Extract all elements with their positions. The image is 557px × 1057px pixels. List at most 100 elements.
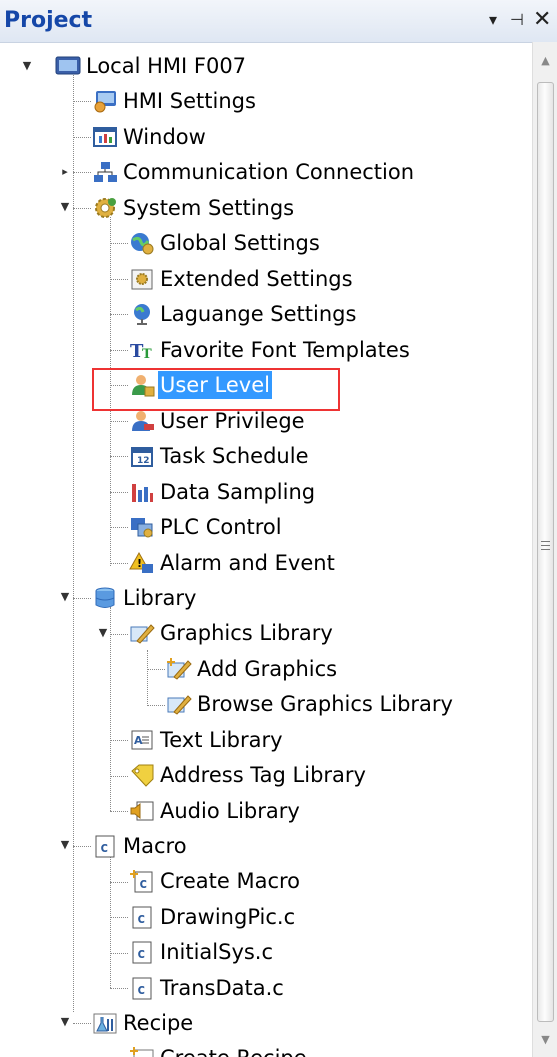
tree-item-extended-settings[interactable]: Extended Settings: [128, 262, 355, 296]
tree-item-label: Window: [123, 125, 206, 149]
expand-toggle-icon[interactable]: ▼: [58, 1015, 72, 1029]
tree-item-plc-control[interactable]: PLC Control: [128, 510, 284, 544]
scroll-up-icon[interactable]: ▲: [533, 48, 557, 74]
tree-item-label: Local HMI F007: [86, 54, 247, 78]
window-icon: [91, 123, 119, 151]
tree-item-label: Task Schedule: [160, 444, 309, 468]
expand-toggle-icon[interactable]: ▼: [96, 626, 110, 640]
plc-icon: [128, 513, 156, 541]
gear-icon: [91, 194, 119, 222]
tree-item-macro[interactable]: c Macro: [91, 829, 189, 863]
globe-gear-icon: [128, 229, 156, 257]
tree-item-create-macro[interactable]: c Create Macro: [128, 864, 302, 898]
tree-item-communication[interactable]: Communication Connection: [91, 155, 416, 189]
add-graphics-icon: [165, 655, 193, 683]
tree-item-label: Browse Graphics Library: [197, 692, 453, 716]
tree-line: [110, 385, 128, 386]
tree-item-alarm-event[interactable]: ! Alarm and Event: [128, 546, 337, 580]
audio-icon: [128, 797, 156, 825]
collapse-toggle-icon[interactable]: ▸: [58, 165, 72, 179]
tree-line: [110, 527, 128, 528]
tag-icon: [128, 761, 156, 789]
tree-item-macro-file[interactable]: c TransData.c: [128, 971, 286, 1005]
expand-toggle-icon[interactable]: ▼: [20, 59, 34, 73]
expand-toggle-icon[interactable]: ▼: [58, 590, 72, 604]
tree-item-data-sampling[interactable]: Data Sampling: [128, 475, 317, 509]
tree-item-label: Laguange Settings: [160, 302, 357, 326]
svg-text:c: c: [100, 840, 108, 856]
tree-line: [110, 882, 128, 883]
tree-item-system-settings[interactable]: System Settings: [91, 191, 296, 225]
tree-item-label: TransData.c: [160, 976, 284, 1000]
tree-item-label: Alarm and Event: [160, 551, 335, 575]
tree-line: [73, 101, 91, 102]
pin-icon[interactable]: ⊣: [509, 10, 525, 30]
tree-item-root[interactable]: Local HMI F007: [54, 49, 248, 83]
svg-text:c: c: [137, 946, 145, 962]
c-file-icon: c: [128, 974, 156, 1002]
monitor-icon: [54, 52, 82, 80]
dropdown-icon[interactable]: ▾: [485, 10, 501, 30]
graphics-icon: [128, 619, 156, 647]
tree-item-audio-library[interactable]: Audio Library: [128, 794, 302, 828]
tree-item-label: HMI Settings: [123, 89, 256, 113]
tree-item-text-library[interactable]: A Text Library: [128, 723, 285, 757]
tree-item-browse-graphics[interactable]: Browse Graphics Library: [165, 687, 455, 721]
scroll-thumb[interactable]: [537, 82, 554, 1022]
tree-item-font-templates[interactable]: TT Favorite Font Templates: [128, 333, 412, 367]
tree-item-hmi-settings[interactable]: HMI Settings: [91, 84, 258, 118]
tree-item-task-schedule[interactable]: 12 Task Schedule: [128, 439, 311, 473]
tree-item-label: Library: [123, 586, 197, 610]
database-icon: [91, 584, 119, 612]
new-c-file-icon: c: [128, 867, 156, 895]
network-icon: [91, 158, 119, 186]
tree-line: [73, 846, 91, 847]
tree-item-window[interactable]: Window: [91, 120, 208, 154]
graphics-icon: [165, 690, 193, 718]
tree-item-label: Add Graphics: [197, 657, 338, 681]
c-file-icon: c: [128, 903, 156, 931]
tree-item-user-privilege[interactable]: User Privilege: [128, 404, 307, 438]
tree-item-label: Create Recipe: [158, 1044, 309, 1057]
tree-item-recipe[interactable]: Recipe: [91, 1006, 195, 1040]
tree-item-user-level[interactable]: User Level: [128, 368, 272, 402]
expand-toggle-icon[interactable]: ▼: [58, 838, 72, 852]
tree-item-library[interactable]: Library: [91, 581, 198, 615]
tree-line: [73, 72, 74, 1012]
tree-item-label: Text Library: [160, 728, 283, 752]
vertical-scrollbar[interactable]: ▲ ▼: [532, 42, 557, 1057]
tree-line: [147, 669, 165, 670]
tree-item-label: Data Sampling: [160, 480, 316, 504]
tree-item-macro-file[interactable]: c DrawingPic.c: [128, 900, 297, 934]
tree-item-add-graphics[interactable]: Add Graphics: [165, 652, 339, 686]
tree-item-label: Global Settings: [160, 231, 320, 255]
tree-item-address-tag-library[interactable]: Address Tag Library: [128, 758, 368, 792]
tree-line: [110, 456, 128, 457]
scroll-down-icon[interactable]: ▼: [533, 1027, 557, 1053]
tree-item-create-recipe[interactable]: Create Recipe: [128, 1041, 309, 1057]
tree-line: [110, 953, 128, 954]
expand-toggle-icon[interactable]: ▼: [58, 200, 72, 214]
tree-line: [73, 137, 91, 138]
tree-item-label: Favorite Font Templates: [160, 338, 410, 362]
text-library-icon: A: [128, 726, 156, 754]
recipe-icon: [91, 1009, 119, 1037]
tree-item-graphics-library[interactable]: Graphics Library: [128, 616, 335, 650]
tree-item-global-settings[interactable]: Global Settings: [128, 226, 322, 260]
tree-item-macro-file[interactable]: c InitialSys.c: [128, 935, 275, 969]
calendar-icon: 12: [128, 442, 156, 470]
tree-item-language-settings[interactable]: Laguange Settings: [128, 297, 358, 331]
tree-item-label: Address Tag Library: [160, 763, 366, 787]
tree-line: [73, 172, 91, 173]
tree-line: [110, 279, 128, 280]
tree-item-label: PLC Control: [160, 515, 282, 539]
tree-line: [110, 243, 128, 244]
tree-item-label: Communication Connection: [123, 160, 415, 184]
panel-header-buttons: ▾ ⊣ ✕: [485, 9, 551, 31]
tree-line: [110, 314, 128, 315]
tree-line: [73, 598, 91, 599]
tree-line: [110, 917, 128, 918]
tree-line: [110, 563, 128, 564]
close-icon[interactable]: ✕: [533, 9, 551, 31]
tree-item-label: Recipe: [123, 1011, 194, 1035]
